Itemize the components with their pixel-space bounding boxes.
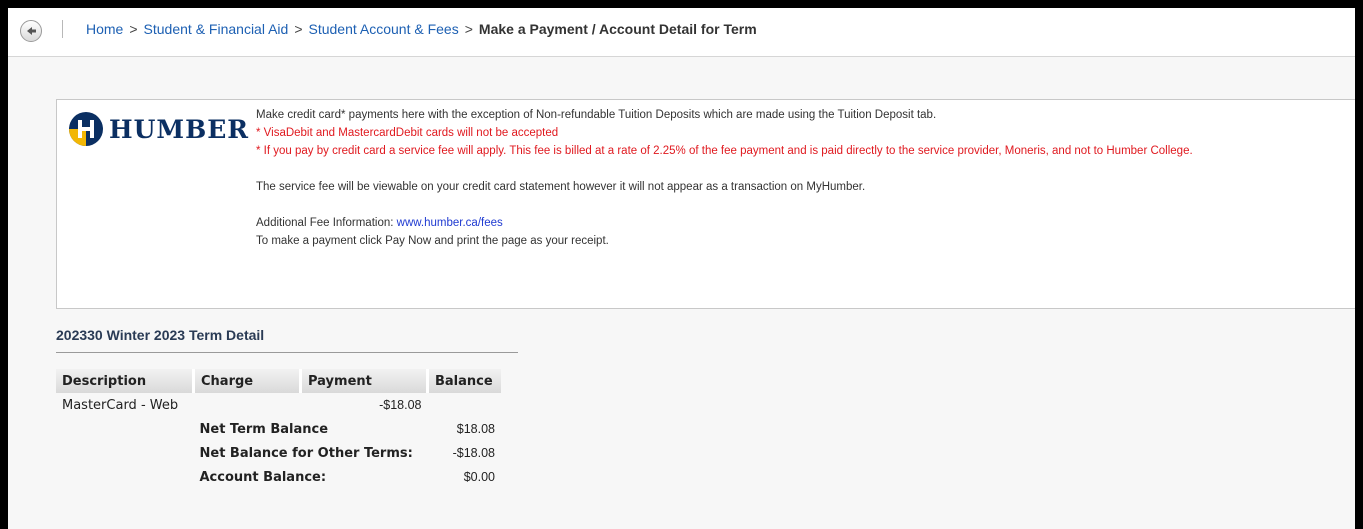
row-charge <box>194 393 301 417</box>
humber-logo-text: HUMBER <box>109 114 250 144</box>
column-header-charge: Charge <box>193 369 302 393</box>
humber-logo-icon <box>69 112 103 146</box>
main-content: HUMBER Make credit card* payments here w… <box>8 57 1355 529</box>
fees-link[interactable]: www.humber.ca/fees <box>397 217 503 229</box>
breadcrumb-student-account-fees[interactable]: Student Account & Fees <box>309 21 459 37</box>
humber-logo: HUMBER <box>67 110 249 148</box>
summary-label: Net Term Balance <box>199 421 329 437</box>
row-description: MasterCard - Web <box>62 397 179 413</box>
breadcrumb-student-financial-aid[interactable]: Student & Financial Aid <box>144 21 289 37</box>
payment-notice-panel: HUMBER Make credit card* payments here w… <box>56 99 1355 309</box>
row-payment: -$18.08 <box>379 398 422 412</box>
summary-value: $18.08 <box>456 422 495 436</box>
summary-row-net-balance-other-terms: Net Balance for Other Terms: -$18.08 <box>56 441 501 465</box>
table-row: MasterCard - Web -$18.08 <box>56 393 501 417</box>
summary-row-net-term-balance: Net Term Balance $18.08 <box>56 417 501 441</box>
notice-line-credit-card: Make credit card* payments here with the… <box>256 109 937 121</box>
term-detail-title: 202330 Winter 2023 Term Detail <box>56 327 265 343</box>
column-header-description: Description <box>56 369 195 393</box>
table-header-row: Description Charge Payment Balance <box>56 369 501 393</box>
summary-label: Account Balance: <box>199 469 327 485</box>
breadcrumb-separator: > <box>294 21 303 37</box>
breadcrumb-home[interactable]: Home <box>86 21 123 37</box>
back-button[interactable] <box>20 20 42 42</box>
page-frame: Home > Student & Financial Aid > Student Acc… <box>8 8 1355 529</box>
breadcrumb-bar: Home > Student & Financial Aid > Student Acc… <box>8 8 1355 57</box>
term-title-divider <box>56 352 518 353</box>
breadcrumb-current-page: Make a Payment / Account Detail for Term <box>478 21 757 37</box>
summary-value: $0.00 <box>463 470 495 484</box>
breadcrumb: Home > Student & Financial Aid > Student Acc… <box>86 21 757 37</box>
notice-service-fee-note: The service fee will be viewable on your… <box>256 181 866 193</box>
row-balance <box>428 393 502 417</box>
column-header-balance: Balance <box>427 369 501 393</box>
additional-fee-label: Additional Fee Information: <box>256 217 397 229</box>
breadcrumb-separator: > <box>464 21 473 37</box>
breadcrumb-divider <box>62 20 63 38</box>
notice-pay-instruction: To make a payment click Pay Now and prin… <box>256 235 609 247</box>
back-arrow-icon <box>27 27 36 35</box>
summary-label: Net Balance for Other Terms: <box>199 445 413 461</box>
summary-row-account-balance: Account Balance: $0.00 <box>56 465 501 489</box>
notice-text: Make credit card* payments here with the… <box>256 106 1193 250</box>
term-detail-table: Description Charge Payment Balance Maste… <box>56 369 501 489</box>
summary-value: -$18.08 <box>452 446 495 460</box>
notice-warning-service-fee: * If you pay by credit card a service fe… <box>256 145 1193 157</box>
column-header-payment: Payment <box>300 369 429 393</box>
notice-warning-debit: * VisaDebit and MastercardDebit cards wi… <box>256 127 559 139</box>
breadcrumb-separator: > <box>129 21 138 37</box>
notice-additional-fee-info: Additional Fee Information: www.humber.c… <box>256 214 1193 232</box>
